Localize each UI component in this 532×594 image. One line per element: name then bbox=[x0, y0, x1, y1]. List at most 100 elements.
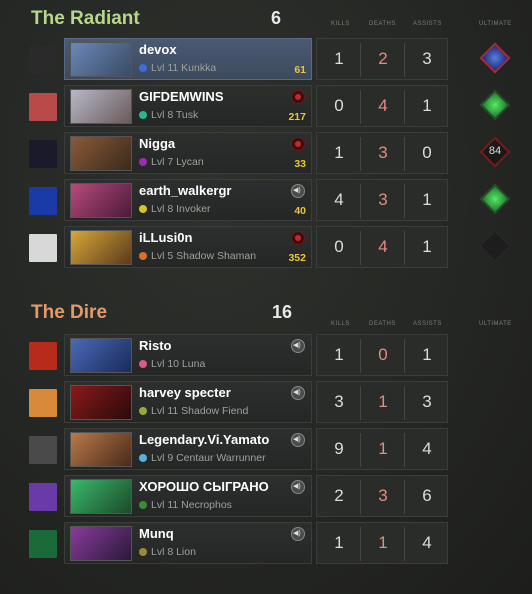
radiant-header-kills: KILLS bbox=[331, 21, 350, 27]
dire-player-row[interactable]: harvey specter Lvl 11 Shadow Fiend 3 1 3 bbox=[0, 381, 532, 425]
radiant-player-row[interactable]: Nigga Lvl 7 Lycan 33 1 3 0 84 bbox=[0, 132, 532, 176]
player-avatar[interactable] bbox=[29, 46, 57, 74]
player-card[interactable]: earth_walkergr Lvl 8 Invoker 40 bbox=[64, 179, 312, 221]
stat-kills: 4 bbox=[334, 190, 344, 209]
stat-deaths: 3 bbox=[378, 486, 388, 505]
stat-deaths: 3 bbox=[378, 143, 388, 162]
dire-player-row[interactable]: Munq Lvl 8 Lion 1 1 4 bbox=[0, 522, 532, 566]
voice-speaker-icon[interactable] bbox=[291, 386, 305, 400]
player-card[interactable]: Nigga Lvl 7 Lycan 33 bbox=[64, 132, 312, 174]
player-card[interactable]: Munq Lvl 8 Lion bbox=[64, 522, 312, 564]
stat-divider bbox=[360, 386, 361, 420]
player-hero-info: Lvl 11 Shadow Fiend bbox=[139, 405, 248, 417]
hero-level-text: Lvl 9 Centaur Warrunner bbox=[151, 452, 266, 464]
stat-divider bbox=[404, 480, 405, 514]
player-card[interactable]: ХОРОШО СЫГРАНО Lvl 11 Necrophos bbox=[64, 475, 312, 517]
player-stats: 0 4 1 bbox=[316, 226, 448, 268]
radiant-player-row[interactable]: earth_walkergr Lvl 8 Invoker 40 4 3 1 bbox=[0, 179, 532, 223]
dire-team-title: The Dire bbox=[31, 302, 108, 323]
ultimate-indicator bbox=[479, 230, 511, 262]
hero-level-text: Lvl 8 Tusk bbox=[151, 109, 199, 121]
player-stats: 1 2 3 bbox=[316, 38, 448, 80]
player-avatar[interactable] bbox=[29, 93, 57, 121]
player-name: Legendary.Vi.Yamato bbox=[139, 432, 270, 447]
stat-deaths: 0 bbox=[378, 345, 388, 364]
stat-kills: 1 bbox=[334, 143, 344, 162]
player-hero-info: Lvl 11 Kunkka bbox=[139, 62, 216, 74]
radiant-header-ultimate: ULTIMATE bbox=[479, 21, 512, 27]
disconnect-indicator-icon bbox=[291, 137, 305, 151]
player-card[interactable]: Legendary.Vi.Yamato Lvl 9 Centaur Warrunn… bbox=[64, 428, 312, 470]
dire-player-row[interactable]: Legendary.Vi.Yamato Lvl 9 Centaur Warrunn… bbox=[0, 428, 532, 472]
ultimate-indicator: 84 bbox=[479, 136, 511, 168]
stat-divider bbox=[360, 433, 361, 467]
player-card[interactable]: harvey specter Lvl 11 Shadow Fiend bbox=[64, 381, 312, 423]
stat-divider bbox=[360, 43, 361, 77]
player-card[interactable]: iLLusi0n Lvl 5 Shadow Shaman 352 bbox=[64, 226, 312, 268]
stat-deaths: 2 bbox=[378, 49, 388, 68]
radiant-header-deaths: DEATHS bbox=[369, 21, 396, 27]
stat-assists: 6 bbox=[422, 486, 432, 505]
player-hero-info: Lvl 5 Shadow Shaman bbox=[139, 250, 256, 262]
player-stats: 0 4 1 bbox=[316, 85, 448, 127]
ultimate-indicator bbox=[479, 183, 511, 215]
stat-kills: 3 bbox=[334, 392, 344, 411]
player-name: devox bbox=[139, 42, 177, 57]
stat-deaths: 1 bbox=[378, 533, 388, 552]
player-name: Nigga bbox=[139, 136, 176, 151]
dire-player-row[interactable]: Risto Lvl 10 Luna 1 0 1 bbox=[0, 334, 532, 378]
player-avatar[interactable] bbox=[29, 187, 57, 215]
player-name: Munq bbox=[139, 526, 174, 541]
hero-portrait bbox=[70, 42, 132, 77]
dire-player-row[interactable]: ХОРОШО СЫГРАНО Lvl 11 Necrophos 2 3 6 bbox=[0, 475, 532, 519]
player-avatar[interactable] bbox=[29, 389, 57, 417]
stat-divider bbox=[404, 231, 405, 265]
hero-portrait bbox=[70, 230, 132, 265]
player-avatar[interactable] bbox=[29, 483, 57, 511]
player-avatar[interactable] bbox=[29, 342, 57, 370]
ultimate-cooldown-text: 84 bbox=[488, 145, 502, 157]
player-card[interactable]: GIFDEMWINS Lvl 8 Tusk 217 bbox=[64, 85, 312, 127]
stat-divider bbox=[404, 90, 405, 124]
radiant-player-row[interactable]: iLLusi0n Lvl 5 Shadow Shaman 352 0 4 1 bbox=[0, 226, 532, 270]
dire-header-deaths: DEATHS bbox=[369, 321, 396, 327]
player-stats: 9 1 4 bbox=[316, 428, 448, 470]
player-name: Risto bbox=[139, 338, 172, 353]
stat-divider bbox=[404, 386, 405, 420]
stat-deaths: 1 bbox=[378, 392, 388, 411]
player-card[interactable]: Risto Lvl 10 Luna bbox=[64, 334, 312, 376]
player-name: earth_walkergr bbox=[139, 183, 232, 198]
dire-team-score: 16 bbox=[272, 302, 293, 322]
voice-speaker-icon[interactable] bbox=[291, 184, 305, 198]
ultimate-indicator bbox=[479, 42, 511, 74]
stat-divider bbox=[360, 480, 361, 514]
radiant-player-row[interactable]: devox Lvl 11 Kunkka 61 1 2 3 bbox=[0, 38, 532, 82]
stat-assists: 4 bbox=[422, 439, 432, 458]
radiant-player-row[interactable]: GIFDEMWINS Lvl 8 Tusk 217 0 4 1 bbox=[0, 85, 532, 129]
disconnect-indicator-icon bbox=[291, 90, 305, 104]
voice-speaker-icon[interactable] bbox=[291, 433, 305, 447]
stat-divider bbox=[404, 527, 405, 561]
player-avatar[interactable] bbox=[29, 234, 57, 262]
stat-assists: 3 bbox=[422, 49, 432, 68]
hero-attribute-icon bbox=[139, 501, 147, 509]
player-avatar[interactable] bbox=[29, 140, 57, 168]
player-gold: 33 bbox=[294, 158, 306, 170]
voice-speaker-icon[interactable] bbox=[291, 480, 305, 494]
disconnect-indicator-icon bbox=[291, 231, 305, 245]
voice-speaker-icon[interactable] bbox=[291, 527, 305, 541]
stat-divider bbox=[360, 527, 361, 561]
hero-attribute-icon bbox=[139, 158, 147, 166]
player-avatar[interactable] bbox=[29, 530, 57, 558]
hero-portrait bbox=[70, 432, 132, 467]
stat-assists: 1 bbox=[422, 345, 432, 364]
stat-kills: 1 bbox=[334, 49, 344, 68]
radiant-team-score: 6 bbox=[271, 8, 282, 28]
player-card[interactable]: devox Lvl 11 Kunkka 61 bbox=[64, 38, 312, 80]
stat-kills: 9 bbox=[334, 439, 344, 458]
stat-assists: 3 bbox=[422, 392, 432, 411]
voice-speaker-icon[interactable] bbox=[291, 339, 305, 353]
stat-divider bbox=[404, 43, 405, 77]
stat-assists: 1 bbox=[422, 190, 432, 209]
player-avatar[interactable] bbox=[29, 436, 57, 464]
